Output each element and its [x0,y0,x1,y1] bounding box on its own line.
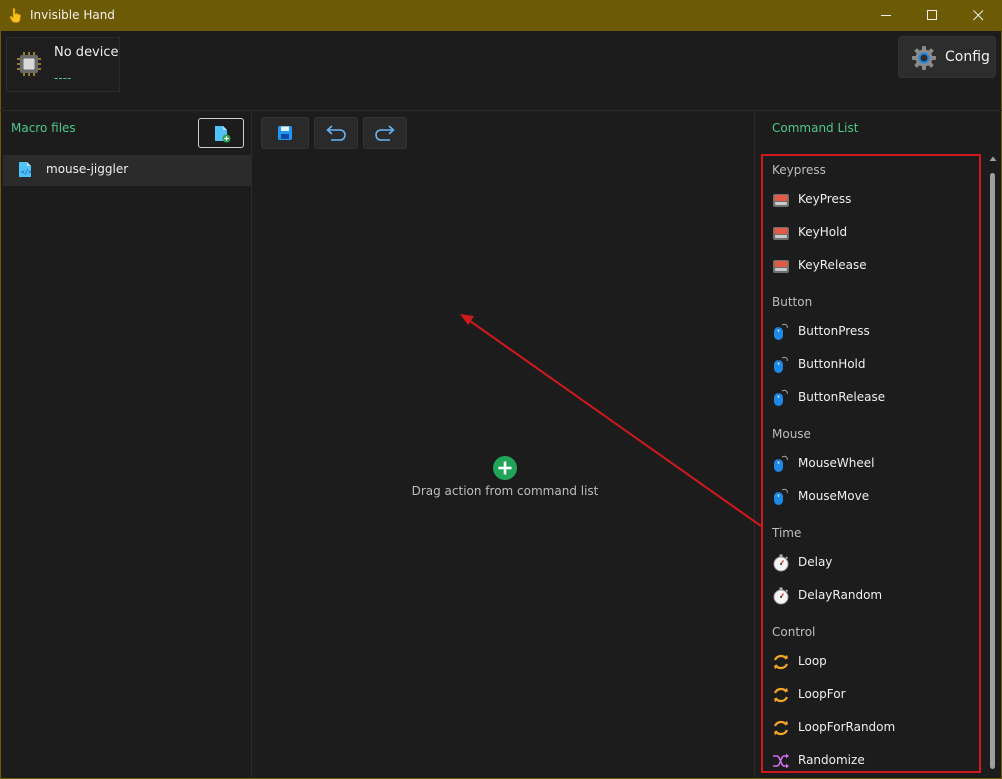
code-file-icon: </> [18,161,32,182]
mouse-icon [772,356,790,374]
stopwatch-icon [772,587,790,605]
keyboard-icon [772,191,790,209]
command-label: ButtonRelease [798,390,886,404]
command-keyhold[interactable]: KeyHold [772,222,972,246]
scroll-thumb[interactable] [990,173,995,769]
command-delayrandom[interactable]: DelayRandom [772,585,972,609]
command-loopforrandom[interactable]: LoopForRandom [772,717,972,741]
command-label: MouseWheel [798,456,875,470]
keyboard-icon [772,257,790,275]
config-label: Config [945,49,990,65]
command-randomize[interactable]: Randomize [772,750,972,771]
group-label-control: Control [772,625,816,639]
command-label: ButtonHold [798,357,866,371]
undo-icon [326,125,346,141]
redo-button[interactable] [363,117,407,149]
keyboard-icon [772,224,790,242]
config-button[interactable]: Config [898,36,996,78]
macro-file-item[interactable]: </> mouse-jiggler [3,155,251,186]
maximize-icon [926,10,937,20]
mouse-icon [772,323,790,341]
device-card: No device ---- [6,37,120,92]
title-bar: Invisible Hand [0,0,1002,31]
command-label: ButtonPress [798,324,870,338]
command-buttonrelease[interactable]: ButtonRelease [772,387,972,411]
group-label-mouse: Mouse [772,427,811,441]
command-mousewheel[interactable]: MouseWheel [772,453,972,477]
command-label: LoopFor [798,687,846,701]
command-label: Randomize [798,753,865,767]
maximize-button[interactable] [909,0,955,31]
close-icon [972,10,983,21]
macro-files-panel: Macro files </> mouse-jiggler [3,111,252,777]
command-loopfor[interactable]: LoopFor [772,684,972,708]
command-keyrelease[interactable]: KeyRelease [772,255,972,279]
command-label: KeyHold [798,225,848,239]
command-list-panel: Command List Keypress KeyPress KeyHold K… [758,111,1000,777]
add-icon [492,455,518,485]
command-label: Loop [798,654,827,668]
minimize-button[interactable] [863,0,909,31]
command-label: KeyPress [798,192,852,206]
group-label-button: Button [772,295,813,309]
command-list: Keypress KeyPress KeyHold KeyRelease But… [761,154,981,773]
new-file-icon [215,126,231,143]
command-label: DelayRandom [798,588,883,602]
command-mousemove[interactable]: MouseMove [772,486,972,510]
device-name: No device [54,45,119,60]
window-title: Invisible Hand [30,8,115,22]
save-button[interactable] [261,117,309,149]
empty-hint: Drag action from command list [411,484,599,498]
group-label-keypress: Keypress [772,163,826,177]
command-buttonhold[interactable]: ButtonHold [772,354,972,378]
command-delay[interactable]: Delay [772,552,972,576]
mouse-icon [772,389,790,407]
loop-icon [772,686,790,704]
command-label: KeyRelease [798,258,867,272]
svg-text:</>: </> [21,169,32,176]
window-border [0,31,1,779]
macro-files-title: Macro files [11,121,76,135]
save-icon [278,126,292,140]
undo-button[interactable] [314,117,358,149]
loop-icon [772,719,790,737]
command-label: LoopForRandom [798,720,896,734]
shuffle-icon [772,752,790,770]
chip-icon [16,51,42,77]
command-keypress[interactable]: KeyPress [772,189,972,213]
redo-icon [375,125,395,141]
scroll-up-icon [989,156,997,161]
hand-icon [9,7,23,23]
mouse-icon [772,455,790,473]
gear-icon [911,45,937,71]
stopwatch-icon [772,554,790,572]
group-label-time: Time [772,526,802,540]
command-label: MouseMove [798,489,870,503]
loop-icon [772,653,790,671]
command-loop[interactable]: Loop [772,651,972,675]
command-list-scrollbar[interactable] [988,155,998,775]
device-status: ---- [54,71,72,85]
command-label: Delay [798,555,833,569]
minimize-icon [880,15,891,16]
macro-editor-panel: Drag action from command list [255,111,755,777]
close-button[interactable] [955,0,1001,31]
command-list-title: Command List [772,121,859,135]
macro-file-label: mouse-jiggler [46,162,129,176]
new-macro-button[interactable] [198,118,244,148]
command-buttonpress[interactable]: ButtonPress [772,321,972,345]
mouse-icon [772,488,790,506]
